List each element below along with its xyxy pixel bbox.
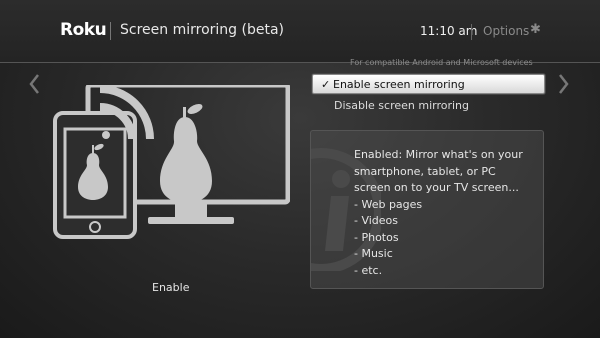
roku-logo: Roku: [60, 20, 107, 40]
info-line: - etc.: [354, 263, 383, 277]
header-divider: [110, 22, 111, 40]
compatibility-note: For compatible Android and Microsoft dev…: [350, 58, 533, 67]
menu-item-enable[interactable]: ✓ Enable screen mirroring: [312, 74, 545, 94]
page-title: Screen mirroring (beta): [120, 22, 284, 38]
menu-item-label: Enable screen mirroring: [333, 78, 465, 91]
clock: 11:10 am: [420, 24, 478, 38]
mirroring-illustration: [53, 85, 290, 239]
info-line: - Photos: [354, 230, 399, 244]
phone-icon: [53, 111, 137, 239]
info-line: - Web pages: [354, 197, 423, 211]
menu-item-disable[interactable]: Disable screen mirroring: [312, 96, 545, 116]
info-text: Enabled: Mirror what's on your smartphon…: [354, 147, 523, 279]
illustration-caption: Enable: [152, 281, 190, 294]
star-icon[interactable]: ✱: [530, 22, 541, 37]
info-panel: Enabled: Mirror what's on your smartphon…: [310, 130, 544, 289]
right-arrow-icon[interactable]: [556, 72, 570, 96]
info-line: screen on to your TV screen...: [354, 181, 519, 194]
left-arrow-icon[interactable]: [28, 72, 42, 96]
info-line: - Videos: [354, 214, 399, 227]
checkmark-icon: ✓: [321, 78, 331, 91]
info-line: Enabled: Mirror what's on your: [354, 148, 523, 161]
header-divider-right: [471, 24, 472, 40]
info-line: smartphone, tablet, or PC: [354, 164, 496, 178]
info-line: - Music: [354, 247, 393, 260]
top-bar: Roku Screen mirroring (beta) 11:10 am Op…: [0, 0, 600, 63]
pear-icon: [160, 104, 212, 203]
options-button[interactable]: Options: [483, 24, 529, 38]
menu-item-label: Disable screen mirroring: [334, 99, 470, 112]
